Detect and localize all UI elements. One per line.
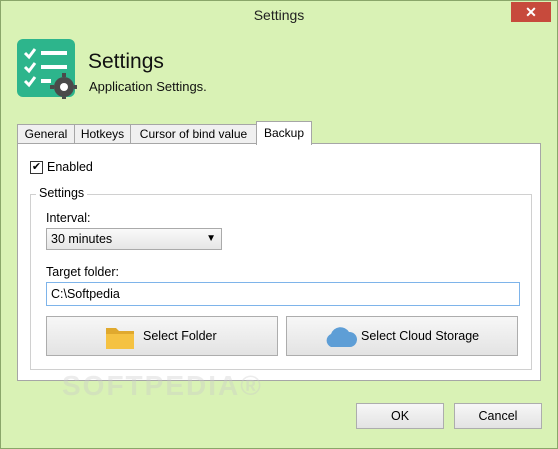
settings-group-label: Settings [36,186,88,200]
interval-select[interactable]: 30 minutes ▼ [46,228,222,250]
checklist-gear-icon [17,39,77,99]
enabled-checkbox[interactable]: ✔ [30,161,43,174]
window-title: Settings [253,7,305,23]
tab-backup[interactable]: Backup [256,121,312,145]
header-title: Settings [88,50,164,73]
watermark: SOFTPEDIA® [62,370,263,401]
select-cloud-storage-button[interactable]: Select Cloud Storage [286,316,518,356]
select-cloud-storage-label: Select Cloud Storage [361,329,480,343]
interval-label: Interval: [46,211,91,225]
cloud-icon [326,327,357,347]
settings-header: Settings Application Settings. [9,31,549,111]
settings-window: Settings ✕ Settings Application Settings… [0,0,558,449]
chevron-down-icon: ▼ [206,233,216,244]
target-folder-input[interactable]: C:\Softpedia [46,282,520,306]
tab-general[interactable]: General [17,124,75,144]
header-subtitle: Application Settings. [89,79,207,94]
backup-panel: ✔ Enabled Settings Interval: 30 minutes … [17,143,541,401]
close-button[interactable]: ✕ [511,2,551,22]
target-folder-label: Target folder: [46,265,119,279]
ok-button[interactable]: OK [356,403,444,429]
tab-hotkeys[interactable]: Hotkeys [74,124,131,144]
folder-icon [106,328,134,349]
tab-cursor-of-bind-value[interactable]: Cursor of bind value [130,124,257,144]
title-bar: Settings ✕ [1,1,557,31]
select-folder-label: Select Folder [143,329,217,343]
enabled-label: Enabled [47,160,93,174]
interval-value: 30 minutes [51,232,113,246]
select-folder-button[interactable]: Select Folder [46,316,278,356]
cancel-button[interactable]: Cancel [454,403,542,429]
